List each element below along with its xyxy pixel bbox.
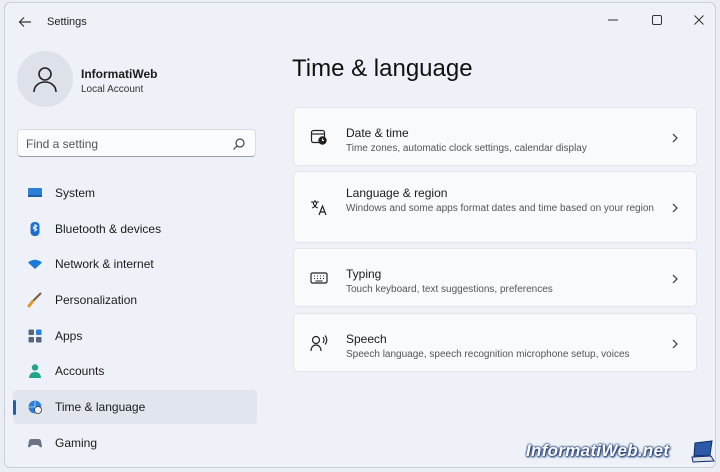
person-icon [29, 364, 41, 379]
sidebar-item-label: Personalization [55, 293, 138, 308]
sidebar-item-system[interactable]: System [13, 176, 257, 210]
laptop-logo-icon [691, 440, 715, 463]
card-speech[interactable]: Speech Speech language, speech recogniti… [293, 313, 697, 372]
speech-icon [310, 335, 328, 352]
chevron-right-icon [672, 339, 678, 349]
settings-window: Settings InformatiWeb Local Account Find… [4, 2, 716, 468]
search-box[interactable] [17, 129, 256, 157]
card-description: Touch keyboard, text suggestions, prefer… [346, 284, 553, 295]
sidebar-item-network[interactable]: Network & internet [13, 247, 257, 281]
calendar-clock-icon [310, 129, 327, 145]
sidebar-item-personalization[interactable]: Personalization [13, 283, 257, 317]
search-icon [233, 138, 245, 150]
sidebar-item-label: Time & language [55, 400, 146, 415]
gamepad-icon [28, 438, 42, 448]
wifi-icon [28, 260, 42, 270]
sidebar-item-gaming[interactable]: Gaming [13, 426, 257, 460]
sidebar-item-label: Network & internet [55, 257, 154, 272]
chevron-right-icon [672, 203, 678, 213]
sidebar-item-label: System [55, 186, 96, 200]
sidebar-item-apps[interactable]: Apps [13, 319, 257, 353]
language-icon [311, 200, 327, 216]
card-title: Language & region [346, 186, 448, 200]
paintbrush-icon [27, 292, 42, 308]
chevron-right-icon [672, 133, 678, 143]
profile-name: InformatiWeb [81, 67, 158, 81]
card-date-time[interactable]: Date & time Time zones, automatic clock … [293, 107, 697, 166]
card-language-region[interactable]: Language & region Windows and some apps … [293, 171, 697, 243]
card-description: Speech language, speech recognition micr… [346, 349, 630, 360]
avatar[interactable] [17, 51, 73, 107]
search-input[interactable] [26, 134, 216, 154]
maximize-icon [652, 15, 662, 25]
card-description: Time zones, automatic clock settings, ca… [346, 143, 587, 154]
sidebar-item-label: Accounts [55, 364, 105, 379]
globe-clock-icon [28, 400, 42, 415]
maximize-button[interactable] [639, 7, 675, 33]
sidebar-item-label: Bluetooth & devices [55, 221, 162, 236]
minimize-icon [608, 19, 618, 21]
sidebar-item-bluetooth[interactable]: Bluetooth & devices [13, 212, 257, 246]
sidebar-item-accounts[interactable]: Accounts [13, 354, 257, 388]
close-icon [694, 15, 704, 25]
card-title: Date & time [346, 126, 409, 140]
app-title: Settings [47, 16, 87, 28]
chevron-right-icon [672, 274, 678, 284]
keyboard-icon [310, 272, 328, 284]
card-title: Typing [346, 267, 382, 281]
sidebar-item-label: Gaming [55, 435, 98, 450]
card-typing[interactable]: Typing Touch keyboard, text suggestions,… [293, 248, 697, 307]
card-title: Speech [346, 332, 387, 346]
minimize-button[interactable] [595, 7, 631, 33]
back-button[interactable] [15, 12, 35, 32]
card-description: Windows and some apps format dates and t… [346, 203, 654, 214]
bluetooth-icon [30, 221, 40, 236]
sidebar-item-time-language[interactable]: Time & language [13, 390, 257, 425]
title-bar: Settings [5, 3, 715, 41]
account-type: Local Account [81, 84, 144, 95]
monitor-icon [28, 188, 42, 197]
sidebar-item-label: Apps [55, 328, 83, 343]
close-button[interactable] [681, 7, 715, 33]
apps-icon [28, 329, 42, 343]
watermark: InformatiWeb.net [526, 441, 670, 460]
sidebar-nav: System Bluetooth & devices Network & int… [13, 176, 257, 462]
page-title: Time & language [292, 55, 473, 82]
back-arrow-icon [18, 17, 31, 27]
user-avatar-icon [33, 67, 57, 93]
